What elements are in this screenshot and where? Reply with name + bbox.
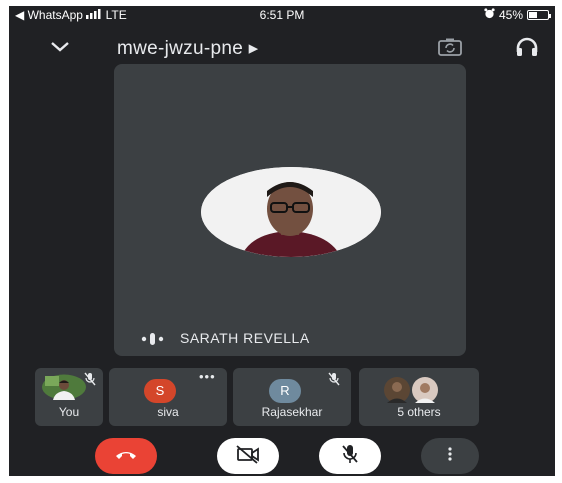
- switch-camera-icon[interactable]: [437, 37, 463, 57]
- alarm-icon: [484, 8, 495, 22]
- status-bar: ◀ WhatsApp LTE 6:51 PM 45%: [9, 6, 555, 24]
- more-vert-icon: [448, 446, 452, 466]
- hang-up-icon: [114, 447, 138, 465]
- participant-tile-you[interactable]: You: [35, 368, 103, 426]
- speaking-indicator-icon: [141, 332, 165, 346]
- meeting-code[interactable]: mwe-jwzu-pne ▸: [117, 37, 259, 60]
- battery-level: [529, 12, 537, 18]
- mic-off-icon: [327, 372, 341, 386]
- clock: 6:51 PM: [259, 8, 305, 22]
- call-header: mwe-jwzu-pne ▸: [9, 28, 555, 68]
- participant-name: You: [58, 405, 80, 419]
- meet-call-screen: ◀ WhatsApp LTE 6:51 PM 45% mwe-jwzu-pne …: [9, 6, 555, 476]
- more-options-icon[interactable]: •••: [199, 369, 216, 384]
- participant-initial-avatar: S: [144, 379, 176, 403]
- speaker-avatar: [201, 167, 381, 257]
- end-call-button[interactable]: [95, 438, 157, 474]
- more-options-button[interactable]: [421, 438, 479, 474]
- participant-tile-siva[interactable]: S ••• siva: [109, 368, 227, 426]
- participant-strip: You S ••• siva R Rajasekhar 5 others: [9, 368, 555, 430]
- participant-tile-others[interactable]: 5 others: [359, 368, 479, 426]
- camera-toggle-button[interactable]: [217, 438, 279, 474]
- user-photo: [41, 374, 87, 405]
- battery-icon: [527, 10, 551, 20]
- participant-initial-avatar: R: [269, 379, 301, 403]
- chevron-down-icon[interactable]: [49, 36, 71, 56]
- mic-off-icon: [83, 372, 97, 386]
- battery-percent: 45%: [498, 8, 523, 22]
- speaker-name: SARATH REVELLA: [180, 330, 310, 346]
- call-controls: [9, 436, 555, 476]
- participant-name: Rajasekhar: [261, 405, 323, 419]
- mic-toggle-button[interactable]: [319, 438, 381, 474]
- camera-off-icon: [235, 444, 261, 469]
- headphones-icon[interactable]: [514, 36, 540, 58]
- participant-name: siva: [157, 405, 179, 419]
- mic-off-icon: [340, 443, 360, 470]
- participant-name: 5 others: [397, 405, 441, 419]
- participant-tile-rajasekhar[interactable]: R Rajasekhar: [233, 368, 351, 426]
- active-speaker-tile[interactable]: SARATH REVELLA: [114, 64, 466, 356]
